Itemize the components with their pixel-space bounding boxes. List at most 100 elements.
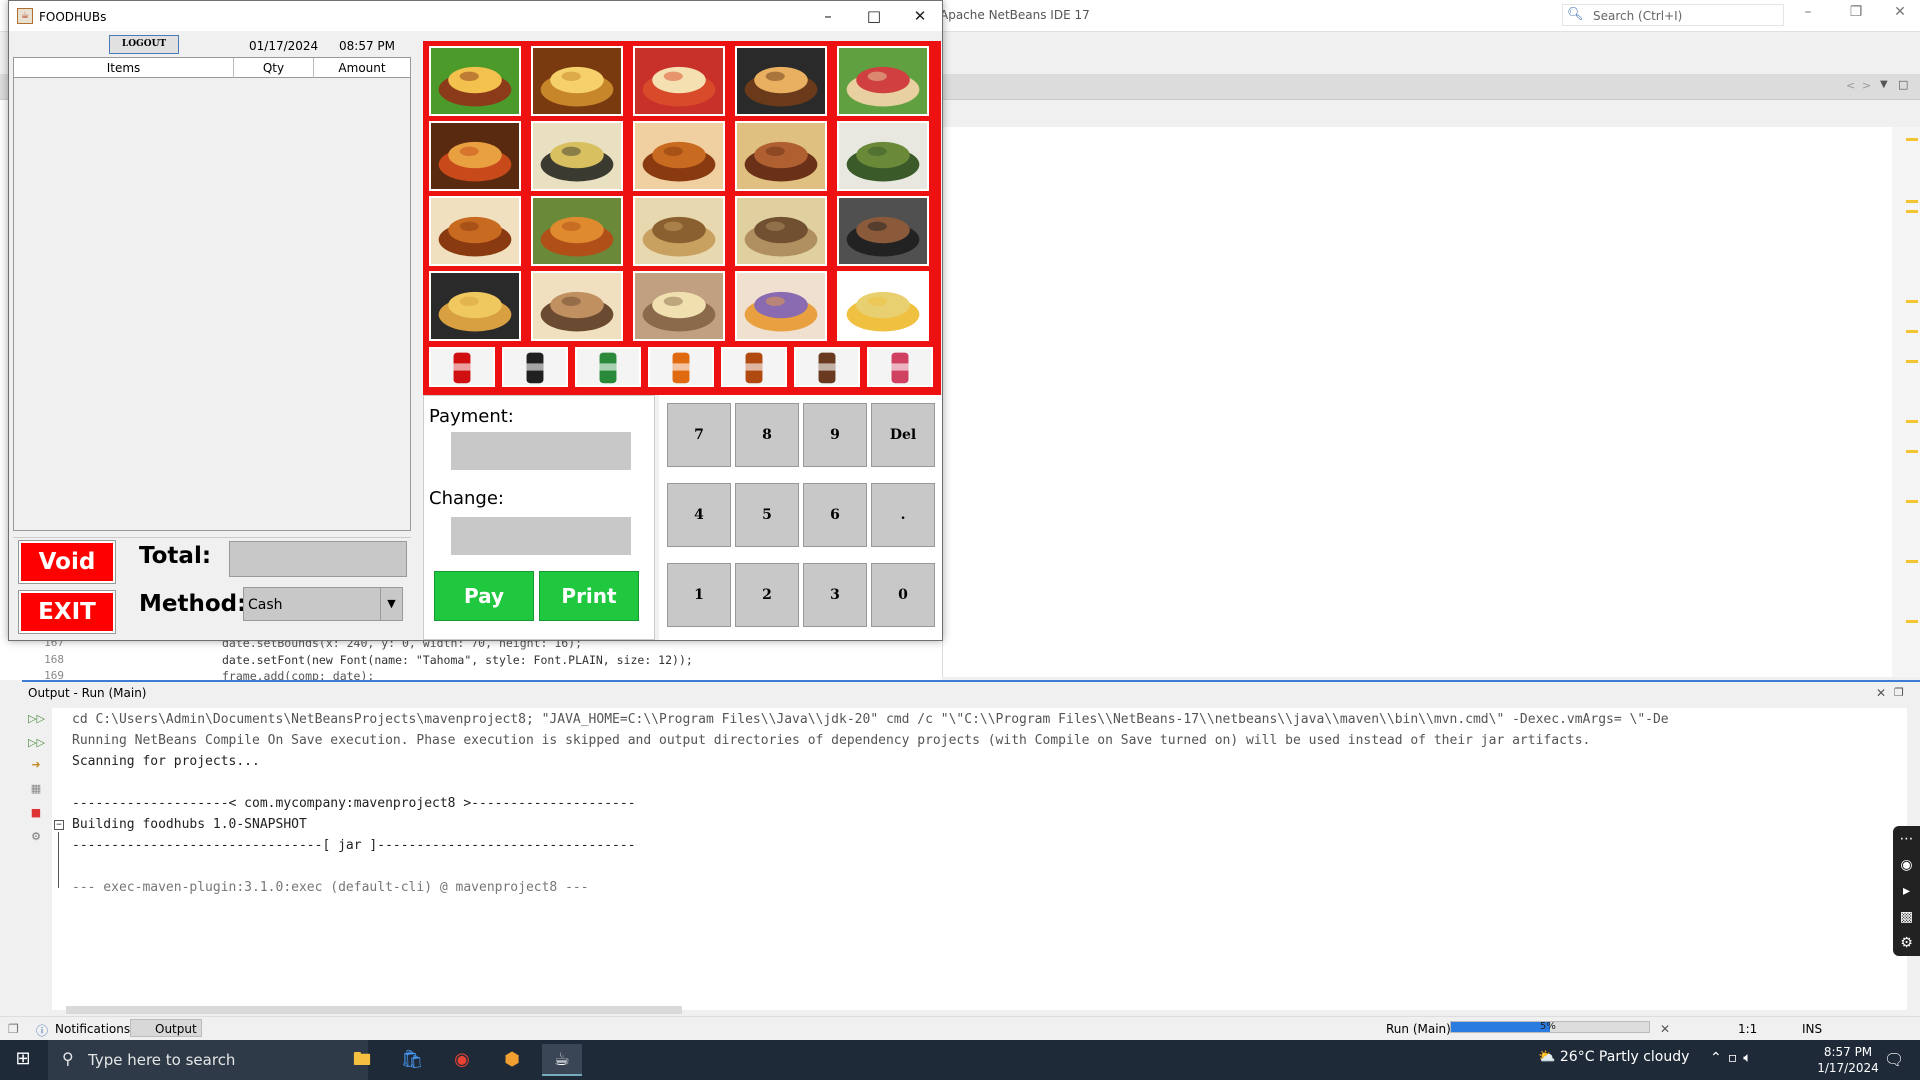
grilled-meat-image[interactable] <box>735 121 827 191</box>
stripe-mark[interactable] <box>1906 138 1918 141</box>
editor-area-right[interactable] <box>942 127 1892 677</box>
steak-plate-image[interactable] <box>633 271 725 341</box>
burger-image-2[interactable] <box>735 46 827 116</box>
key-3-button[interactable]: 3 <box>803 563 867 627</box>
key-1-button[interactable]: 1 <box>667 563 731 627</box>
taskbar-search-input[interactable]: ⚲ Type here to search <box>48 1040 368 1080</box>
coke-bottle-image[interactable] <box>502 347 568 387</box>
chrome-icon[interactable]: ◉ <box>442 1044 482 1076</box>
notifications-tab[interactable]: Notifications <box>55 1022 130 1036</box>
resume-icon[interactable]: ➜ <box>28 758 44 772</box>
weather-widget[interactable]: ⛅ 26°C Partly cloudy <box>1538 1049 1689 1065</box>
key-8-button[interactable]: 8 <box>735 403 799 467</box>
window-capture-icon[interactable]: ▩ <box>1893 904 1920 930</box>
chicken-wings-image[interactable] <box>429 196 521 266</box>
ide-search-input[interactable]: 🔍︎ Search (Ctrl+I) <box>1562 4 1784 26</box>
key-4-button[interactable]: 4 <box>667 483 731 547</box>
gear-icon[interactable]: ⚙ <box>1893 930 1920 956</box>
hotdog-image[interactable] <box>633 46 725 116</box>
key-5-button[interactable]: 5 <box>735 483 799 547</box>
ide-restore-button[interactable]: ❐ <box>1836 4 1876 26</box>
window-icon[interactable]: ❐ <box>8 1022 19 1036</box>
cancel-process-icon[interactable]: ✕ <box>1660 1022 1670 1036</box>
windows-start-icon[interactable]: ⊞ <box>8 1048 38 1072</box>
store-icon[interactable]: 🛍︎ <box>392 1044 432 1076</box>
fried-chicken-image[interactable] <box>633 121 725 191</box>
rerun-icon[interactable]: ▷▷ <box>28 712 45 726</box>
video-icon[interactable]: ▸ <box>1893 878 1920 904</box>
stripe-mark[interactable] <box>1906 210 1918 213</box>
iced-tea-image[interactable] <box>721 347 787 387</box>
taskbar-clock[interactable]: 8:57 PM 1/17/2024 <box>1808 1044 1888 1076</box>
netbeans-icon[interactable]: ⬢ <box>492 1044 532 1076</box>
exit-button[interactable]: EXIT <box>18 590 116 634</box>
key-2-button[interactable]: 2 <box>735 563 799 627</box>
tab-list-icon[interactable]: ▼ <box>1880 79 1888 90</box>
stripe-mark[interactable] <box>1906 450 1918 453</box>
network-icon[interactable]: ▫ <box>1728 1050 1744 1066</box>
sizzling-onion-image[interactable] <box>531 271 623 341</box>
total-field[interactable] <box>229 541 407 577</box>
broccoli-image[interactable] <box>837 121 929 191</box>
minimize-button[interactable]: – <box>805 5 851 27</box>
key-decimal-button[interactable]: . <box>871 483 935 547</box>
french-fries-image[interactable] <box>837 271 929 341</box>
volume-icon[interactable]: 🔈︎ <box>1743 1050 1757 1066</box>
stripe-mark[interactable] <box>1906 560 1918 563</box>
roast-chicken-image[interactable] <box>531 196 623 266</box>
stripe-mark[interactable] <box>1906 200 1918 203</box>
key-0-button[interactable]: 0 <box>871 563 935 627</box>
maximize-editor-icon[interactable]: □ <box>1898 78 1908 91</box>
camera-icon[interactable]: ◉ <box>1893 852 1920 878</box>
output-tab[interactable]: Output <box>130 1019 202 1037</box>
close-button[interactable]: ✕ <box>897 5 943 27</box>
stop-icon[interactable]: ■ <box>28 806 44 820</box>
dessert-image[interactable] <box>794 347 860 387</box>
more-icon[interactable]: ⋯ <box>1893 826 1920 852</box>
foodhubs-titlebar[interactable]: ☕ FOODHUBs – □ ✕ <box>9 1 942 31</box>
tab-scroll-right-icon[interactable]: > <box>1862 79 1871 92</box>
rerun-goals-icon[interactable]: ▷▷ <box>28 736 45 750</box>
output-console[interactable]: cd C:\Users\Admin\Documents\NetBeansProj… <box>52 708 1907 1010</box>
order-table[interactable]: Items Qty Amount <box>13 57 411 531</box>
change-field[interactable] <box>451 517 631 555</box>
output-close-icon[interactable]: ✕ <box>1876 686 1886 700</box>
smoothie-image[interactable] <box>867 347 933 387</box>
column-qty[interactable]: Qty <box>234 58 314 78</box>
stripe-mark[interactable] <box>1906 620 1918 623</box>
payment-field[interactable] <box>451 432 631 470</box>
stripe-mark[interactable] <box>1906 330 1918 333</box>
burger-image[interactable] <box>429 46 521 116</box>
maximize-button[interactable]: □ <box>851 5 897 27</box>
stripe-mark[interactable] <box>1906 420 1918 423</box>
stripe-mark[interactable] <box>1906 360 1918 363</box>
key-delete-button[interactable]: Del <box>871 403 935 467</box>
payment-method-select[interactable]: Cash ▼ <box>243 587 403 621</box>
sausage-pan-image[interactable] <box>837 196 929 266</box>
stripe-mark[interactable] <box>1906 500 1918 503</box>
print-button[interactable]: Print <box>539 571 639 621</box>
wrench-icon[interactable]: ⚙ <box>28 830 44 844</box>
ide-close-button[interactable]: ✕ <box>1880 4 1920 26</box>
ide-minimize-button[interactable]: – <box>1788 4 1828 26</box>
system-tray[interactable]: ⌃▫🔈︎ <box>1710 1050 1758 1066</box>
chevron-down-icon[interactable]: ▼ <box>380 588 402 620</box>
fried-rice-image-2[interactable] <box>735 196 827 266</box>
sprite-image[interactable] <box>575 347 641 387</box>
spaghetti-image[interactable] <box>429 121 521 191</box>
fried-rice-image[interactable] <box>633 196 725 266</box>
sandwich-image[interactable] <box>837 46 929 116</box>
cheeseburger-image[interactable] <box>531 46 623 116</box>
key-9-button[interactable]: 9 <box>803 403 867 467</box>
column-items[interactable]: Items <box>14 58 234 78</box>
orange-soda-image[interactable] <box>648 347 714 387</box>
notification-center-icon[interactable]: 🗨︎ <box>1884 1050 1904 1069</box>
output-restore-icon[interactable]: ❐ <box>1894 686 1904 699</box>
logout-button[interactable]: LOGOUT <box>109 35 179 54</box>
settings-icon[interactable]: ▦ <box>28 782 44 796</box>
fish-sticks-image[interactable] <box>429 271 521 341</box>
paella-image[interactable] <box>531 121 623 191</box>
tab-scroll-left-icon[interactable]: < <box>1846 79 1855 92</box>
key-7-button[interactable]: 7 <box>667 403 731 467</box>
column-amount[interactable]: Amount <box>314 58 410 78</box>
